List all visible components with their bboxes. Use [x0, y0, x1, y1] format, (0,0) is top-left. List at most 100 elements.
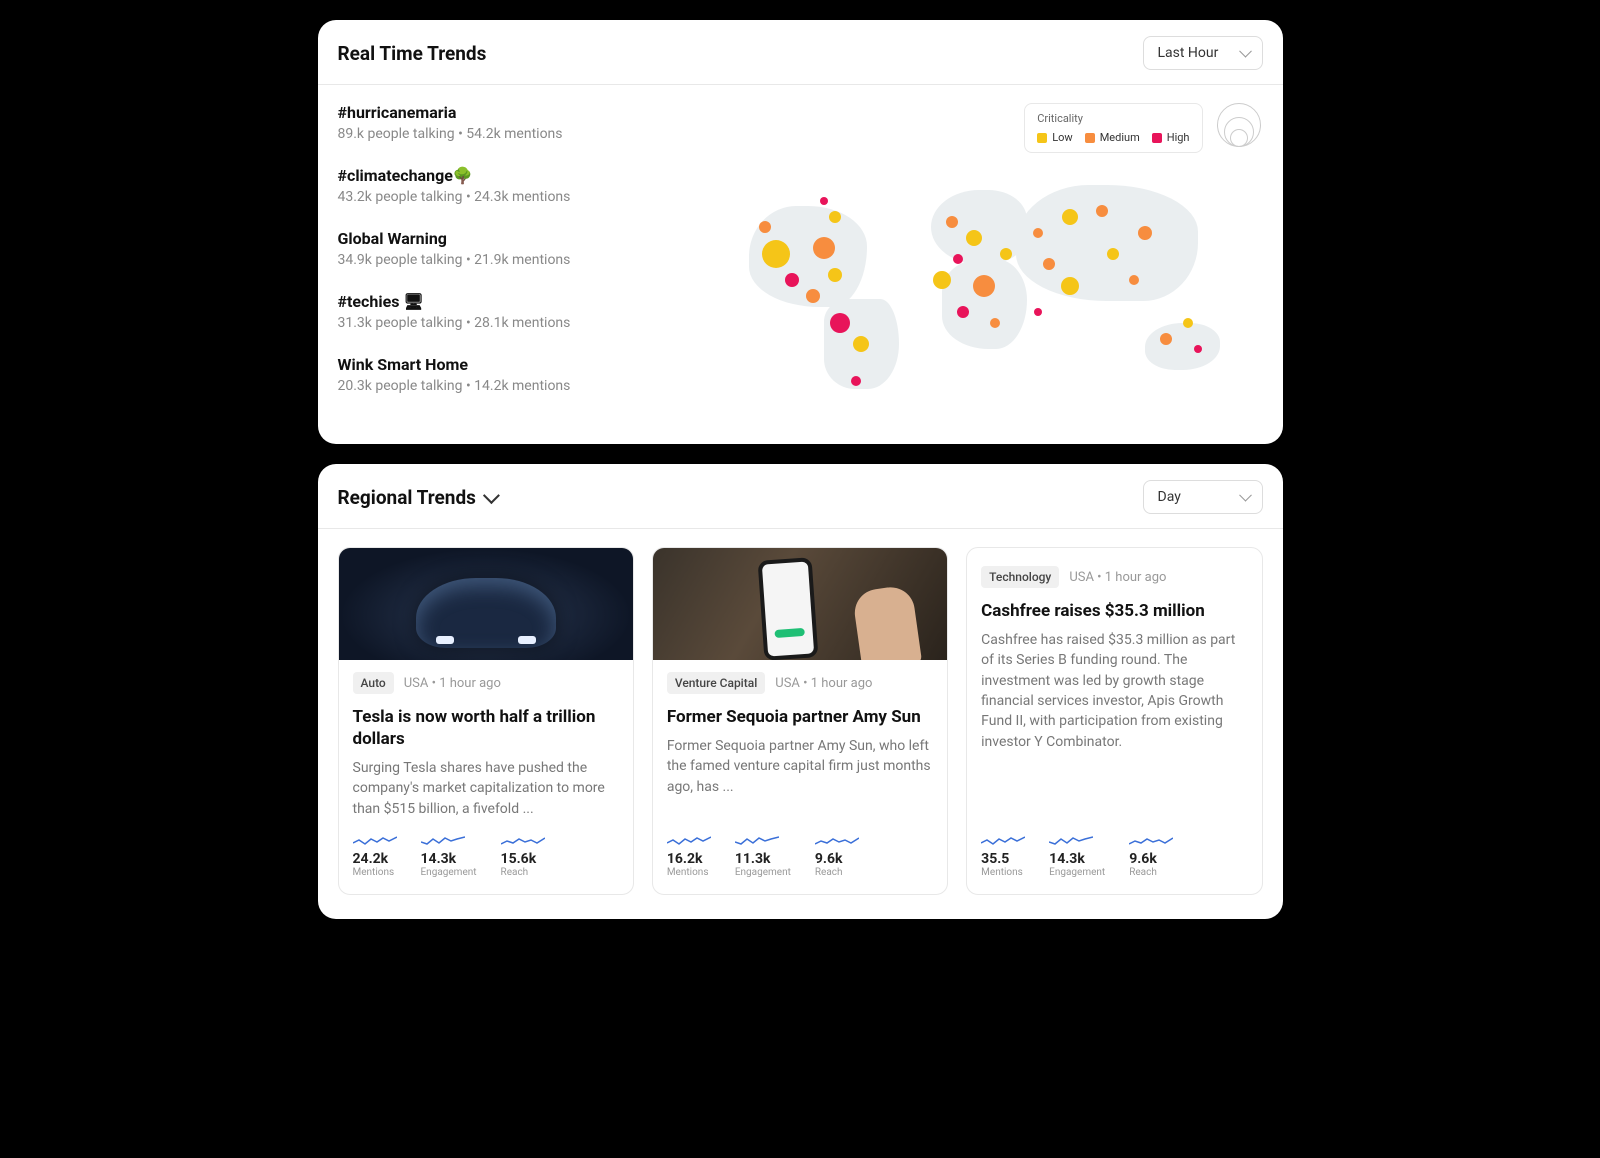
stat-label: Reach: [501, 867, 545, 878]
article-meta: Technology USA • 1 hour ago: [981, 566, 1247, 588]
trend-meta: 20.3k people talking • 14.2k mentions: [338, 378, 708, 394]
stat-mentions: 35.5 Mentions: [981, 835, 1025, 878]
article-body: Technology USA • 1 hour ago Cashfree rai…: [967, 548, 1261, 894]
realtime-range-value: Last Hour: [1158, 45, 1219, 61]
stat-value: 14.3k: [1049, 851, 1105, 867]
article-tag: Venture Capital: [667, 672, 765, 694]
article-card[interactable]: Auto USA • 1 hour ago Tesla is now worth…: [338, 547, 634, 895]
legend-title: Criticality: [1037, 112, 1189, 125]
stat-engagement: 14.3k Engagement: [1049, 835, 1105, 878]
article-card[interactable]: Venture Capital USA • 1 hour ago Former …: [652, 547, 948, 895]
article-title: Former Sequoia partner Amy Sun: [667, 706, 933, 728]
trend-name: #hurricanemaria: [338, 103, 708, 122]
chevron-down-icon: [483, 487, 500, 504]
article-stats: 35.5 Mentions 14.3k Engagement 9.6k Reac…: [981, 835, 1247, 878]
trend-meta: 89.k people talking • 54.2k mentions: [338, 126, 708, 142]
stat-engagement: 14.3k Engagement: [421, 835, 477, 878]
realtime-body: #hurricanemaria 89.k people talking • 54…: [318, 85, 1283, 444]
sparkline-icon: [1049, 835, 1093, 847]
trend-list: #hurricanemaria 89.k people talking • 54…: [338, 103, 708, 418]
sparkline-icon: [667, 835, 711, 847]
sparkline-icon: [981, 835, 1025, 847]
regional-title: Regional Trends: [338, 486, 476, 509]
legend-medium: Medium: [1085, 131, 1140, 144]
swatch-high-icon: [1152, 133, 1162, 143]
article-meta: Auto USA • 1 hour ago: [353, 672, 619, 694]
criticality-legend: Criticality Low Medium High: [1024, 103, 1202, 153]
swatch-low-icon: [1037, 133, 1047, 143]
article-thumb: [653, 548, 947, 660]
trend-item[interactable]: #climatechange🌳 43.2k people talking • 2…: [338, 166, 708, 205]
article-meta-text: USA • 1 hour ago: [775, 676, 872, 691]
regional-header: Regional Trends Day: [318, 464, 1283, 529]
stat-label: Engagement: [1049, 867, 1105, 878]
trend-meta: 43.2k people talking • 24.3k mentions: [338, 189, 708, 205]
trend-name: #climatechange🌳: [338, 166, 708, 185]
stat-label: Engagement: [735, 867, 791, 878]
article-meta-text: USA • 1 hour ago: [404, 676, 501, 691]
sparkline-icon: [421, 835, 465, 847]
regional-range-select[interactable]: Day: [1143, 480, 1263, 514]
regional-trends-card: Regional Trends Day Auto USA • 1 hour ag…: [318, 464, 1283, 919]
article-desc: Former Sequoia partner Amy Sun, who left…: [667, 736, 933, 819]
article-stats: 24.2k Mentions 14.3k Engagement 15.6k Re…: [353, 835, 619, 878]
stat-value: 11.3k: [735, 851, 791, 867]
stat-value: 16.2k: [667, 851, 711, 867]
article-meta: Venture Capital USA • 1 hour ago: [667, 672, 933, 694]
stat-value: 9.6k: [1129, 851, 1173, 867]
world-map-graphic: [728, 153, 1263, 418]
article-meta-text: USA • 1 hour ago: [1069, 570, 1166, 585]
stat-label: Reach: [1129, 867, 1173, 878]
article-title: Tesla is now worth half a trillion dolla…: [353, 706, 619, 750]
stat-engagement: 11.3k Engagement: [735, 835, 791, 878]
swatch-medium-icon: [1085, 133, 1095, 143]
stat-label: Reach: [815, 867, 859, 878]
sparkline-icon: [501, 835, 545, 847]
realtime-title: Real Time Trends: [338, 42, 487, 65]
trend-meta: 31.3k people talking • 28.1k mentions: [338, 315, 708, 331]
article-body: Auto USA • 1 hour ago Tesla is now worth…: [339, 660, 633, 894]
stat-value: 9.6k: [815, 851, 859, 867]
stat-value: 35.5: [981, 851, 1025, 867]
article-thumb: [339, 548, 633, 660]
article-stats: 16.2k Mentions 11.3k Engagement 9.6k Rea…: [667, 835, 933, 878]
regional-range-value: Day: [1158, 489, 1181, 505]
sparkline-icon: [353, 835, 397, 847]
stat-value: 24.2k: [353, 851, 397, 867]
trend-item[interactable]: #hurricanemaria 89.k people talking • 54…: [338, 103, 708, 142]
trend-item[interactable]: Global Warning 34.9k people talking • 21…: [338, 229, 708, 268]
trend-meta: 34.9k people talking • 21.9k mentions: [338, 252, 708, 268]
stat-label: Mentions: [353, 867, 397, 878]
realtime-trends-card: Real Time Trends Last Hour #hurricanemar…: [318, 20, 1283, 444]
sparkline-icon: [735, 835, 779, 847]
regional-body: Auto USA • 1 hour ago Tesla is now worth…: [318, 529, 1283, 919]
trend-item[interactable]: #techies 🖥 31.3k people talking • 28.1k …: [338, 292, 708, 331]
stat-mentions: 16.2k Mentions: [667, 835, 711, 878]
realtime-range-select[interactable]: Last Hour: [1143, 36, 1263, 70]
stat-label: Mentions: [981, 867, 1025, 878]
stat-mentions: 24.2k Mentions: [353, 835, 397, 878]
stat-reach: 9.6k Reach: [815, 835, 859, 878]
article-desc: Surging Tesla shares have pushed the com…: [353, 758, 619, 819]
stat-value: 14.3k: [421, 851, 477, 867]
regional-title-wrap[interactable]: Regional Trends: [338, 486, 496, 509]
stat-label: Mentions: [667, 867, 711, 878]
trend-name: Wink Smart Home: [338, 355, 708, 374]
article-body: Venture Capital USA • 1 hour ago Former …: [653, 660, 947, 894]
stat-reach: 15.6k Reach: [501, 835, 545, 878]
article-card[interactable]: Technology USA • 1 hour ago Cashfree rai…: [966, 547, 1262, 895]
stat-label: Engagement: [421, 867, 477, 878]
article-tag: Auto: [353, 672, 394, 694]
world-map: Criticality Low Medium High: [728, 103, 1263, 418]
size-legend-icon: [1215, 103, 1263, 151]
article-title: Cashfree raises $35.3 million: [981, 600, 1247, 622]
trend-name: Global Warning: [338, 229, 708, 248]
trend-name: #techies 🖥: [338, 292, 708, 311]
trend-item[interactable]: Wink Smart Home 20.3k people talking • 1…: [338, 355, 708, 394]
realtime-header: Real Time Trends Last Hour: [318, 20, 1283, 85]
sparkline-icon: [815, 835, 859, 847]
legend-low: Low: [1037, 131, 1072, 144]
stat-value: 15.6k: [501, 851, 545, 867]
sparkline-icon: [1129, 835, 1173, 847]
stat-reach: 9.6k Reach: [1129, 835, 1173, 878]
